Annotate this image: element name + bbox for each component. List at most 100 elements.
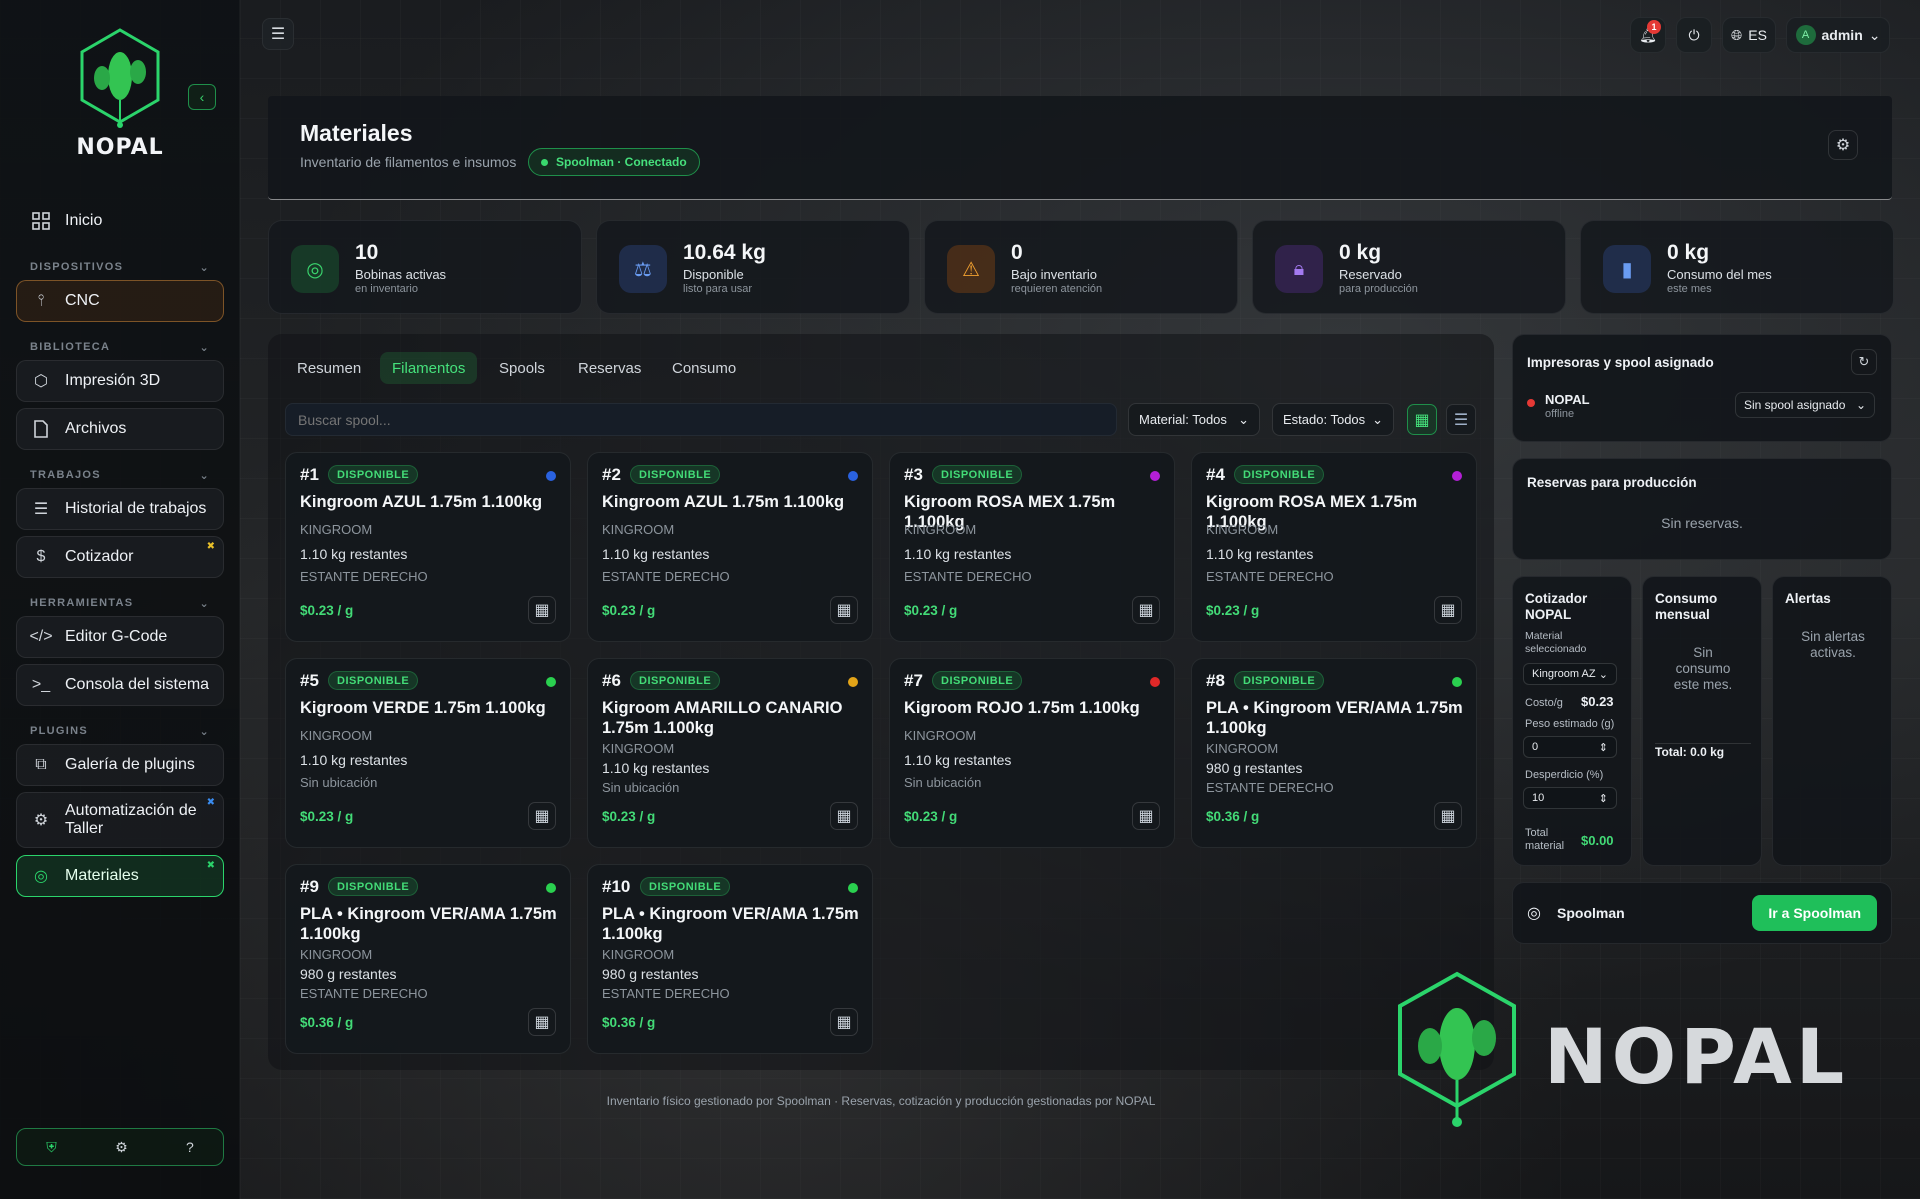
stepper-icon[interactable]: ⇕ <box>1599 792 1608 805</box>
stat-value: 0 <box>1011 241 1023 264</box>
go-to-spoolman-button[interactable]: Ir a Spoolman <box>1752 895 1877 931</box>
alertas-panel: Alertas Sin alertas activas. <box>1772 576 1892 866</box>
tab-consumo[interactable]: Consumo <box>660 352 748 384</box>
spool-card[interactable]: #9 DISPONIBLE PLA • Kingroom VER/AMA 1.7… <box>285 864 571 1054</box>
logo[interactable]: NOPAL <box>70 28 170 160</box>
spool-card[interactable]: #10 DISPONIBLE PLA • Kingroom VER/AMA 1.… <box>587 864 873 1054</box>
sidebar-item-inicio[interactable]: Inicio <box>16 200 224 242</box>
user-name: admin <box>1821 27 1863 43</box>
section-herramientas[interactable]: HERRAMIENTAS ⌄ <box>30 597 210 610</box>
brand-name: NOPAL <box>76 135 164 160</box>
collapse-sidebar-button[interactable]: ‹ <box>188 84 216 110</box>
language-button[interactable]: 🌐︎ ES <box>1722 17 1776 53</box>
stat-label: Reservado <box>1339 267 1402 282</box>
section-plugins[interactable]: PLUGINS ⌄ <box>30 725 210 738</box>
tab-filamentos[interactable]: Filamentos <box>380 352 478 384</box>
file-icon <box>31 419 51 439</box>
notifications-button[interactable]: 🔔︎ 1 <box>1630 17 1666 53</box>
help-icon[interactable]: ? <box>186 1139 194 1155</box>
list-view-button[interactable]: ☰ <box>1446 404 1476 435</box>
spool-card[interactable]: #1 DISPONIBLE Kingroom AZUL 1.75m 1.100k… <box>285 452 571 642</box>
color-swatch <box>1452 471 1462 481</box>
spool-name: PLA • Kingroom VER/AMA 1.75m 1.100kg <box>300 905 557 943</box>
spoolman-icon: ◎ <box>1527 905 1541 922</box>
spool-number: #5 <box>300 671 319 690</box>
alertas-empty: Sin alertas activas. <box>1801 629 1865 661</box>
target-icon: ◎ <box>291 245 339 293</box>
qr-code-button[interactable]: ▦ <box>830 1008 858 1036</box>
spool-card[interactable]: #7 DISPONIBLE Kigroom ROJO 1.75m 1.100kg… <box>889 658 1175 848</box>
weight-input[interactable]: 0 ⇕ <box>1523 736 1617 758</box>
sidebar-item-historial[interactable]: ☰ Historial de trabajos <box>16 488 224 530</box>
sidebar-item-consola[interactable]: >_ Consola del sistema <box>16 664 224 706</box>
shield-icon[interactable]: ⛨ <box>46 1139 57 1156</box>
qr-code-button[interactable]: ▦ <box>528 596 556 624</box>
refresh-icon: ↻ <box>1858 354 1870 369</box>
section-trabajos[interactable]: TRABAJOS ⌄ <box>30 469 210 482</box>
spool-location: ESTANTE DERECHO <box>602 569 730 584</box>
color-swatch <box>1150 677 1160 687</box>
spool-card[interactable]: #3 DISPONIBLE Kigroom ROSA MEX 1.75m 1.1… <box>889 452 1175 642</box>
gear-icon[interactable]: ⚙ <box>115 1139 128 1156</box>
sidebar-item-automatizacion[interactable]: ⚙ Automatización de Taller ✖ <box>16 792 224 848</box>
spool-name: Kigroom VERDE 1.75m 1.100kg <box>300 699 546 717</box>
tab-reservas[interactable]: Reservas <box>566 352 653 384</box>
material-select[interactable]: Kingroom AZ ⌄ <box>1523 663 1617 685</box>
spool-card[interactable]: #4 DISPONIBLE Kigroom ROSA MEX 1.75m 1.1… <box>1191 452 1477 642</box>
sidebar-item-archivos[interactable]: Archivos <box>16 408 224 450</box>
stepper-icon[interactable]: ⇕ <box>1599 741 1608 754</box>
spool-number: #1 <box>300 465 319 484</box>
sidebar-item-label: Impresión 3D <box>65 371 161 389</box>
section-biblioteca[interactable]: BIBLIOTECA ⌄ <box>30 341 210 354</box>
qr-code-button[interactable]: ▦ <box>830 802 858 830</box>
qr-code-button[interactable]: ▦ <box>1434 596 1462 624</box>
spool-card[interactable]: #2 DISPONIBLE Kingroom AZUL 1.75m 1.100k… <box>587 452 873 642</box>
cube-icon: ⬡ <box>34 373 48 390</box>
sidebar-item-cnc[interactable]: ⫯ CNC <box>16 280 224 322</box>
qr-code-button[interactable]: ▦ <box>528 802 556 830</box>
list-icon: ☰ <box>1453 411 1469 429</box>
material-filter[interactable]: Material: Todos ⌄ <box>1128 403 1260 436</box>
search-input[interactable] <box>285 403 1117 436</box>
sidebar-item-impresion-3d[interactable]: ⬡ Impresión 3D <box>16 360 224 402</box>
sidebar-item-materiales[interactable]: ◎ Materiales ✖ <box>16 855 224 897</box>
spool-card[interactable]: #5 DISPONIBLE Kigroom VERDE 1.75m 1.100k… <box>285 658 571 848</box>
spool-card[interactable]: #8 DISPONIBLE PLA • Kingroom VER/AMA 1.7… <box>1191 658 1477 848</box>
waste-input[interactable]: 10 ⇕ <box>1523 787 1617 809</box>
qr-code-button[interactable]: ▦ <box>528 1008 556 1036</box>
estado-filter[interactable]: Estado: Todos ⌄ <box>1272 403 1394 436</box>
sidebar: NOPAL ‹ Inicio DISPOSITIVOS ⌄ ⫯ CNC BIBLI… <box>0 0 240 1199</box>
sidebar-item-editor-gcode[interactable]: </> Editor G-Code <box>16 616 224 658</box>
tab-spools[interactable]: Spools <box>487 352 557 384</box>
stat-sub: en inventario <box>355 283 418 295</box>
refresh-button[interactable]: ↻ <box>1851 349 1877 375</box>
warning-icon: ⚠ <box>947 245 995 293</box>
chevron-down-icon: ⌄ <box>1238 411 1249 427</box>
menu-button[interactable]: ☰ <box>262 18 294 50</box>
sidebar-bottom-bar: ⛨ ⚙ ? <box>16 1128 224 1166</box>
qr-code-button[interactable]: ▦ <box>830 596 858 624</box>
section-dispositivos[interactable]: DISPOSITIVOS ⌄ <box>30 261 210 274</box>
qr-code-button[interactable]: ▦ <box>1434 802 1462 830</box>
sidebar-item-cotizador[interactable]: $ Cotizador ✖ <box>16 536 224 578</box>
spool-remaining: 1.10 kg restantes <box>904 752 1012 768</box>
globe-icon: 🌐︎ <box>1731 26 1743 43</box>
spool-assign-select[interactable]: Sin spool asignado ⌄ <box>1735 392 1875 418</box>
sidebar-item-galeria-plugins[interactable]: ⧉ Galería de plugins <box>16 744 224 786</box>
status-badge: DISPONIBLE <box>328 671 419 690</box>
grid-view-button[interactable]: ▦ <box>1407 404 1437 435</box>
status-badge: DISPONIBLE <box>932 671 1023 690</box>
offline-dot <box>1527 399 1535 407</box>
power-button[interactable]: ⏻ <box>1676 17 1712 53</box>
spool-price: $0.23 / g <box>602 603 656 618</box>
qr-code-button[interactable]: ▦ <box>1132 596 1160 624</box>
qr-code-button[interactable]: ▦ <box>1132 802 1160 830</box>
spool-brand: KINGROOM <box>904 728 977 743</box>
stat-card: ⚖ 10.64 kg Disponible listo para usar <box>596 220 910 314</box>
code-icon: </> <box>29 628 53 645</box>
target-icon: ◎ <box>34 868 48 885</box>
settings-button[interactable]: ⚙ <box>1828 130 1858 160</box>
tab-resumen[interactable]: Resumen <box>285 352 373 384</box>
spool-card[interactable]: #6 DISPONIBLE Kigroom AMARILLO CANARIO 1… <box>587 658 873 848</box>
user-menu[interactable]: A admin ⌄ <box>1786 17 1890 53</box>
